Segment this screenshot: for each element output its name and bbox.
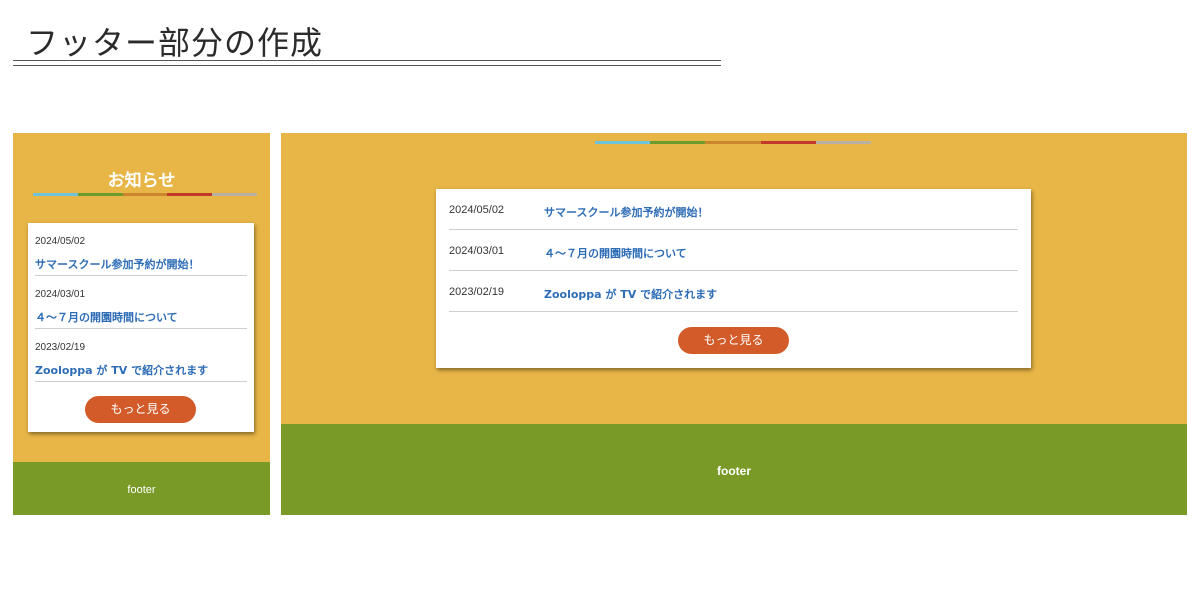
news-link[interactable]: サマースクール参加予約が開始！ xyxy=(544,204,708,220)
title-underline xyxy=(13,60,721,66)
news-link[interactable]: ４〜７月の開園時間について xyxy=(35,309,178,325)
stripe-segment xyxy=(33,193,78,196)
news-link[interactable]: Zooloppa が TV で紹介されます xyxy=(544,286,717,302)
news-date: 2023/02/19 xyxy=(35,342,86,353)
stripe-segment xyxy=(77,193,123,196)
news-date: 2024/05/02 xyxy=(449,204,505,216)
stripe-segment xyxy=(212,193,257,196)
news-item: 2024/03/01 ４〜７月の開園時間について xyxy=(35,276,247,329)
news-card: 2024/05/02 サマースクール参加予約が開始！ 2024/03/01 ４〜… xyxy=(436,189,1031,368)
page-title: フッター部分の作成 xyxy=(26,24,324,62)
more-button[interactable]: もっと見る xyxy=(678,327,789,354)
news-date: 2024/03/01 xyxy=(449,245,505,257)
news-link[interactable]: Zooloppa が TV で紹介されます xyxy=(35,362,208,378)
desktop-preview: 2024/05/02 サマースクール参加予約が開始！ 2024/03/01 ４〜… xyxy=(281,133,1187,515)
stripe-segment xyxy=(650,141,706,144)
news-heading: お知らせ xyxy=(107,171,176,191)
news-date: 2024/05/02 xyxy=(35,236,86,247)
footer: footer xyxy=(13,462,270,515)
news-link[interactable]: ４〜７月の開園時間について xyxy=(544,245,687,261)
news-date: 2024/03/01 xyxy=(35,289,86,300)
news-list: 2024/05/02 サマースクール参加予約が開始！ 2024/03/01 ４〜… xyxy=(436,189,1031,312)
news-item: 2023/02/19 Zooloppa が TV で紹介されます xyxy=(449,271,1018,312)
stripe-segment xyxy=(167,193,213,196)
news-item: 2024/05/02 サマースクール参加予約が開始！ xyxy=(35,223,247,276)
color-stripe-divider xyxy=(33,193,257,196)
news-link[interactable]: サマースクール参加予約が開始！ xyxy=(35,256,199,272)
news-item: 2024/05/02 サマースクール参加予約が開始！ xyxy=(449,189,1018,230)
footer: footer xyxy=(281,424,1187,515)
stripe-segment xyxy=(760,141,816,144)
mobile-preview: お知らせ 2024/05/02 サマースクール参加予約が開始！ 2024/03/… xyxy=(13,133,270,515)
stripe-segment xyxy=(122,193,168,196)
stripe-segment xyxy=(595,141,651,144)
news-item: 2023/02/19 Zooloppa が TV で紹介されます xyxy=(35,329,247,382)
news-item: 2024/03/01 ４〜７月の開園時間について xyxy=(449,230,1018,271)
more-button[interactable]: もっと見る xyxy=(85,396,196,423)
stripe-segment xyxy=(705,141,761,144)
news-date: 2023/02/19 xyxy=(449,286,505,298)
news-card: 2024/05/02 サマースクール参加予約が開始！ 2024/03/01 ４〜… xyxy=(28,223,254,432)
stripe-segment xyxy=(815,141,872,144)
news-list: 2024/05/02 サマースクール参加予約が開始！ 2024/03/01 ４〜… xyxy=(28,223,254,382)
color-stripe-divider xyxy=(595,141,872,144)
